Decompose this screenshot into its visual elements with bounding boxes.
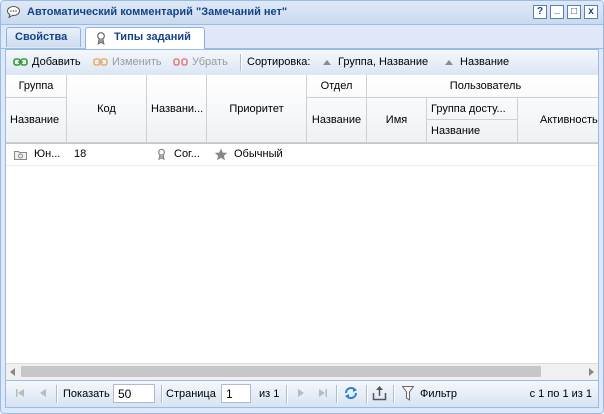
paging-summary: с 1 по 1 из 1 [529, 388, 592, 400]
col-access-group[interactable]: Группа досту... [427, 98, 518, 120]
cell-group: Юн... [34, 148, 61, 160]
sort-asc-icon [445, 60, 453, 65]
ribbon-icon [97, 32, 105, 45]
table-row[interactable]: Юн... 18 Сог... Обычный [6, 144, 598, 166]
link-icon [13, 58, 28, 66]
pager-separator [393, 385, 395, 403]
scroll-thumb[interactable] [21, 366, 541, 377]
edit-button-label: Изменить [112, 56, 162, 68]
help-button[interactable]: ? [533, 5, 547, 19]
next-page-icon[interactable] [296, 386, 306, 400]
toolbar-separator [240, 54, 242, 71]
minimize-button[interactable]: _ [550, 5, 564, 19]
col-user[interactable]: Пользователь [367, 75, 598, 98]
filter-label: Фильтр [420, 388, 457, 400]
grid-header: Группа Название Код Названи... Приоритет… [6, 75, 598, 144]
remove-button-label: Убрать [192, 56, 228, 68]
cell-code: 18 [74, 148, 87, 160]
add-button-label: Добавить [32, 56, 81, 68]
sort-group-name-label: Группа, Название [338, 56, 429, 68]
export-icon[interactable] [372, 385, 387, 401]
link-edit-icon [93, 58, 108, 66]
title-bar[interactable]: Автоматический комментарий "Замечаний не… [1, 1, 603, 25]
comment-icon [7, 6, 20, 18]
pager-separator [286, 385, 288, 403]
sort-asc-icon [323, 60, 331, 65]
unlink-icon [173, 58, 188, 66]
col-access-name[interactable]: Название [427, 120, 518, 143]
tab-properties[interactable]: Свойства [6, 27, 81, 47]
prev-page-icon[interactable] [38, 386, 48, 400]
filter-button[interactable]: Фильтр [400, 384, 464, 404]
tab-task-types[interactable]: Типы заданий [85, 27, 205, 49]
horizontal-scrollbar[interactable] [6, 363, 598, 380]
tab-strip: Свойства Типы заданий [1, 25, 603, 49]
page-size-input[interactable] [113, 384, 155, 403]
filter-icon [402, 386, 414, 401]
pager-separator [336, 385, 338, 403]
pager-separator [366, 385, 368, 403]
col-dept-name[interactable]: Название [307, 98, 367, 143]
sort-label: Сортировка: [247, 56, 311, 68]
remove-button[interactable]: Убрать [173, 56, 237, 70]
close-button[interactable]: x [584, 5, 598, 19]
window-title: Автоматический комментарий "Замечаний не… [27, 6, 288, 18]
sort-name-label: Название [460, 56, 510, 68]
folder-icon [14, 151, 27, 160]
col-user-name[interactable]: Имя [367, 98, 427, 143]
edit-button[interactable]: Изменить [93, 56, 167, 70]
first-page-icon[interactable] [14, 386, 26, 400]
star-icon [214, 148, 228, 161]
page-number-input[interactable] [221, 384, 251, 403]
ribbon-icon [158, 148, 165, 161]
scroll-left-icon[interactable] [10, 368, 15, 376]
col-code[interactable]: Код [67, 75, 147, 143]
sort-name-button[interactable]: Название [442, 56, 512, 70]
pager-separator [161, 385, 163, 403]
scroll-right-icon[interactable] [589, 368, 594, 376]
maximize-button[interactable]: □ [567, 5, 581, 19]
page-label: Страница [166, 388, 216, 400]
col-name[interactable]: Названи... [147, 75, 207, 143]
tab-properties-label: Свойства [15, 31, 68, 43]
col-group[interactable]: Группа [6, 75, 67, 98]
col-dept[interactable]: Отдел [307, 75, 367, 98]
last-page-icon[interactable] [317, 386, 329, 400]
show-label: Показать [63, 388, 110, 400]
cell-name: Сог... [174, 148, 200, 160]
pager-separator [56, 385, 58, 403]
add-button[interactable]: Добавить [13, 56, 85, 70]
tab-task-types-label: Типы заданий [114, 31, 191, 43]
col-priority[interactable]: Приоритет [207, 75, 307, 143]
task-types-panel: Добавить Изменить Убрать Сортировка: Гру… [5, 49, 599, 381]
refresh-icon[interactable] [343, 385, 359, 401]
dialog-window: Автоматический комментарий "Замечаний не… [0, 0, 604, 414]
col-group-name[interactable]: Название [6, 98, 67, 143]
grid-toolbar: Добавить Изменить Убрать Сортировка: Гру… [6, 50, 598, 76]
cell-priority: Обычный [234, 148, 283, 160]
col-activity[interactable]: Активность [518, 98, 598, 143]
sort-group-name-button[interactable]: Группа, Название [320, 56, 432, 70]
page-of-label: из 1 [259, 388, 280, 400]
paging-toolbar: Показать Страница из 1 [5, 381, 599, 408]
